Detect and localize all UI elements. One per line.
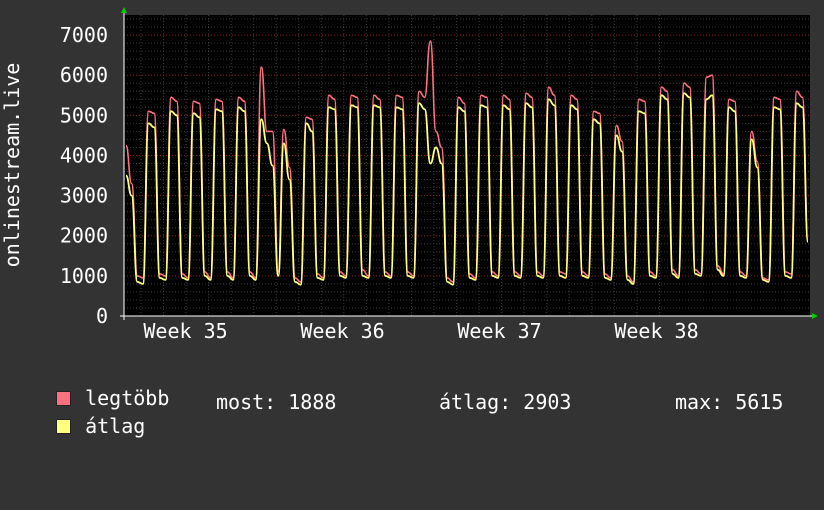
x-tick-label: Week 35 [143, 319, 227, 343]
x-tick-label: Week 38 [614, 319, 698, 343]
y-tick-label: 2000 [60, 224, 108, 248]
y-tick-labels: 0 1000 2000 3000 4000 5000 6000 7000 [60, 23, 108, 328]
stat-atlag-value: 2903 [523, 390, 572, 414]
y-tick-label: 4000 [60, 143, 108, 167]
stat-max-label: max: [675, 390, 724, 414]
y-axis-label: onlinestream.live [0, 63, 24, 268]
y-tick-label: 6000 [60, 63, 108, 87]
stat-max: max: 5615 [675, 390, 783, 414]
legend-row-atlag: átlag most: 1888 átlag: 2903 max: 5615 [32, 390, 812, 438]
legend-swatch-atlag [56, 419, 72, 434]
y-tick-label: 5000 [60, 103, 108, 127]
y-axis-arrow [121, 7, 127, 13]
x-tick-labels: Week 35 Week 36 Week 37 Week 38 [143, 319, 698, 343]
y-tick-label: 1000 [60, 264, 108, 288]
x-tick-label: Week 36 [300, 319, 384, 343]
x-axis-arrow [812, 313, 818, 319]
stat-atlag-label: átlag: [439, 390, 512, 414]
stat-atlag: átlag: 2903 [439, 390, 571, 414]
legend-row-legtobb: legtöbb [32, 362, 169, 410]
stat-most: most: 1888 [216, 390, 336, 414]
stat-most-value: 1888 [288, 390, 337, 414]
y-tick-label: 7000 [60, 23, 108, 47]
legend-label-atlag: átlag [85, 414, 146, 438]
y-tick-label: 0 [96, 304, 108, 328]
y-tick-label: 3000 [60, 184, 108, 208]
x-tick-label: Week 37 [457, 319, 541, 343]
stat-max-value: 5615 [735, 390, 784, 414]
stat-most-label: most: [216, 390, 277, 414]
